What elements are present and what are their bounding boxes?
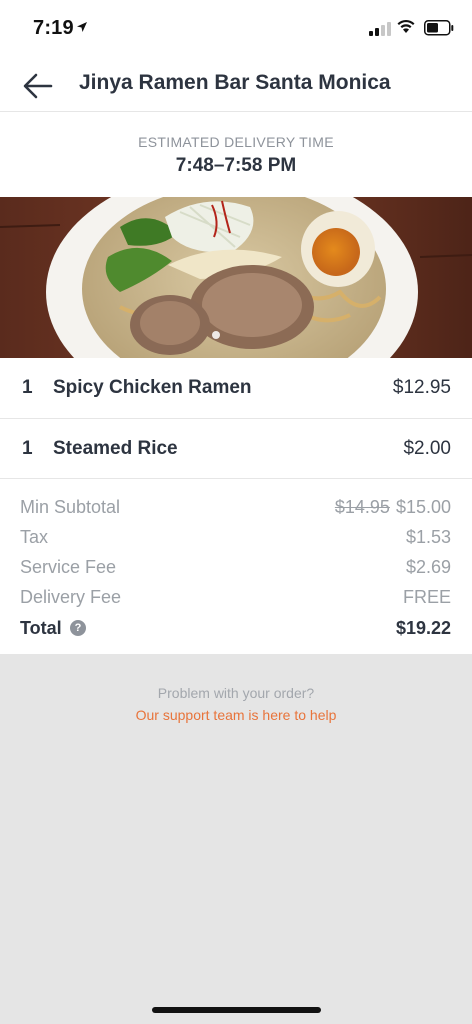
order-items: 1 Spicy Chicken Ramen $12.95 1 Steamed R…: [0, 358, 472, 478]
item-price: $2.00: [403, 438, 451, 459]
location-arrow-icon: [77, 22, 87, 32]
tax-value: $1.53: [405, 527, 451, 547]
service-fee-value: $2.69: [405, 557, 451, 577]
total-label: Total: [20, 618, 62, 638]
status-time: 7:19: [33, 17, 74, 39]
support-question: Problem with your order?: [157, 685, 315, 701]
back-arrow-icon[interactable]: [22, 72, 54, 100]
adjusted-subtotal: $15.00: [395, 497, 451, 517]
cellular-signal-icon: [369, 22, 391, 36]
original-subtotal: $14.95: [334, 497, 390, 517]
item-name: Steamed Rice: [53, 438, 178, 459]
wifi-icon: [397, 19, 415, 33]
min-subtotal-value: $14.95 $15.00: [335, 497, 451, 518]
delivery-fee-value: FREE: [402, 587, 451, 607]
eta-time: 7:48–7:58 PM: [175, 155, 297, 176]
help-icon[interactable]: ?: [70, 620, 86, 636]
support-section: Problem with your order? Our support tea…: [0, 654, 472, 1024]
ramen-photo: [0, 197, 472, 358]
item-name: Spicy Chicken Ramen: [53, 377, 252, 398]
eta-label: ESTIMATED DELIVERY TIME: [138, 134, 334, 150]
total-value: $19.22: [395, 618, 451, 638]
support-link[interactable]: Our support team is here to help: [0, 707, 472, 723]
header: Jinya Ramen Bar Santa Monica: [0, 58, 472, 112]
item-quantity: 1: [22, 377, 33, 398]
item-price: $12.95: [392, 377, 451, 398]
tax-label: Tax: [20, 527, 49, 547]
status-bar: 7:19: [0, 0, 472, 58]
min-subtotal-label: Min Subtotal: [20, 497, 121, 517]
item-quantity: 1: [22, 438, 33, 459]
total-row: Total ? $19.22: [0, 618, 472, 642]
home-indicator[interactable]: [152, 1007, 321, 1013]
battery-icon: [424, 20, 454, 36]
list-item: 1 Steamed Rice $2.00: [0, 418, 472, 478]
service-fee-row: Service Fee $2.69: [0, 557, 472, 581]
restaurant-title: Jinya Ramen Bar Santa Monica: [79, 71, 391, 94]
delivery-eta: ESTIMATED DELIVERY TIME 7:48–7:58 PM: [0, 112, 472, 197]
service-fee-label: Service Fee: [20, 557, 117, 577]
delivery-fee-label: Delivery Fee: [20, 587, 122, 607]
list-item: 1 Spicy Chicken Ramen $12.95: [0, 358, 472, 417]
price-summary: Min Subtotal $14.95 $15.00 Tax $1.53 Serv…: [0, 478, 472, 655]
delivery-fee-row: Delivery Fee FREE: [0, 587, 472, 611]
tax-row: Tax $1.53: [0, 527, 472, 551]
min-subtotal-row: Min Subtotal $14.95 $15.00: [0, 497, 472, 521]
